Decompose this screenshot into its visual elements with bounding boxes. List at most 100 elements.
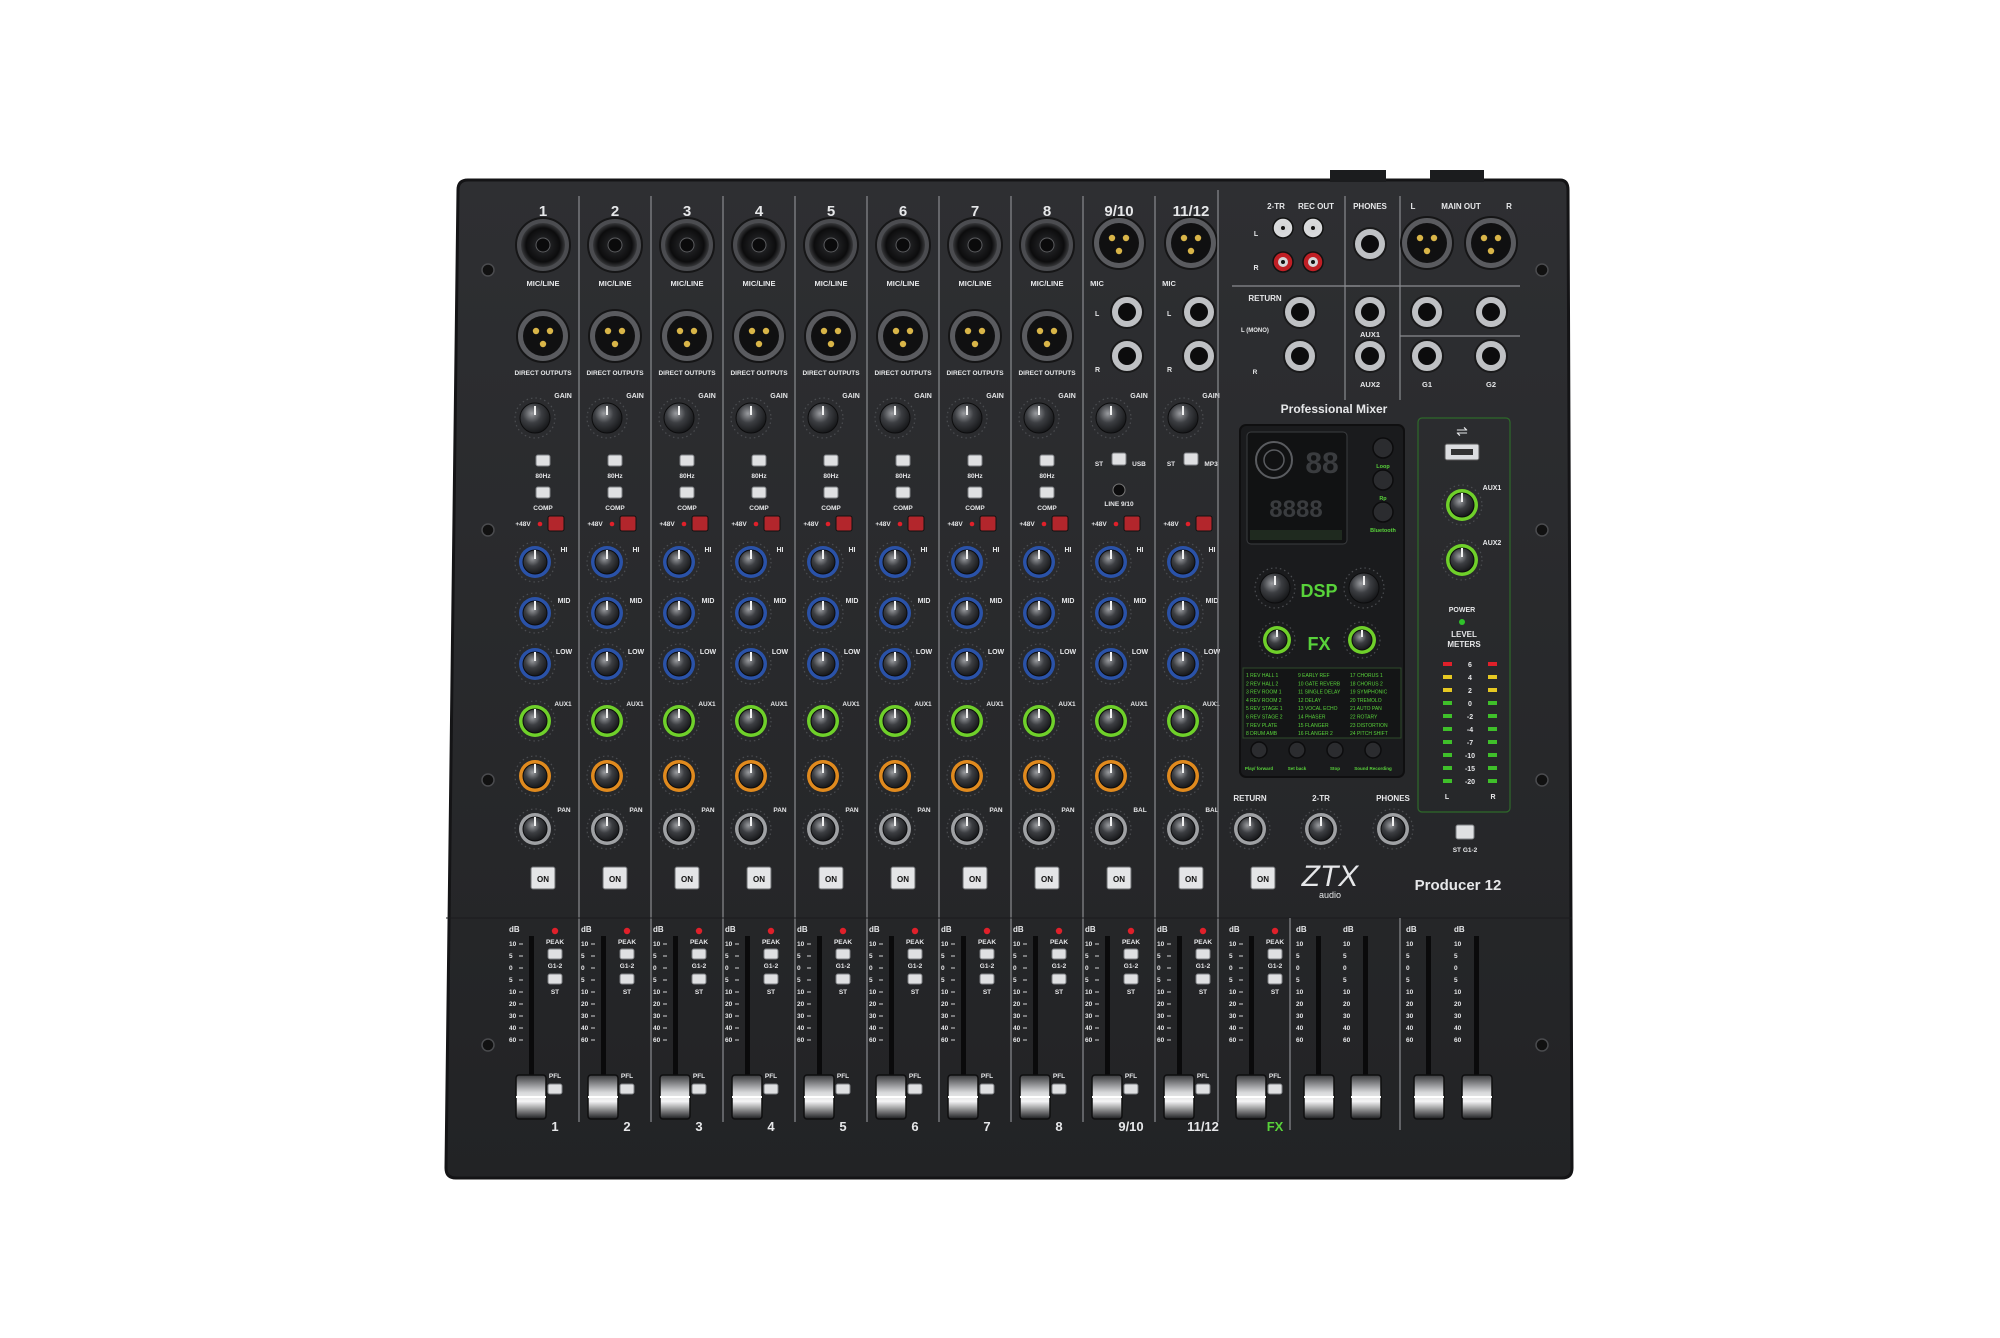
- fader-scale-label: 60: [1406, 1037, 1414, 1044]
- st-label: ST: [767, 989, 775, 996]
- trs-hole: [1291, 347, 1309, 365]
- g1-jack: [1410, 339, 1444, 373]
- source-label: USB: [1132, 461, 1146, 468]
- fader-scale-label: 30: [725, 1013, 733, 1020]
- g12-button: [1123, 948, 1139, 960]
- xlr-pin: [1194, 234, 1202, 242]
- trs-hole: [1418, 347, 1436, 365]
- level-meters-label-a: LEVEL: [1451, 630, 1477, 639]
- fader-scale-label: 5: [1343, 953, 1347, 960]
- fader-scale-label: 0: [797, 965, 801, 972]
- peak-label: PEAK: [1050, 939, 1068, 946]
- trs-hole: [1361, 347, 1379, 365]
- fx-on-label: ON: [1257, 875, 1269, 884]
- meter-led-r: [1488, 701, 1497, 705]
- eq-label-low: LOW: [700, 649, 717, 656]
- db-label: dB: [1343, 925, 1354, 934]
- phones-jack: [1353, 227, 1387, 261]
- fader-scale-label: 30: [509, 1013, 517, 1020]
- preset-item: 13 VOCAL ECHO: [1298, 706, 1338, 712]
- fader-scale-label: 10: [1085, 941, 1093, 948]
- hpf-label: 80Hz: [751, 473, 767, 480]
- pan-label: PAN: [1061, 807, 1075, 814]
- dsp-label: DSP: [1300, 581, 1337, 601]
- fader-scale-label: 30: [1406, 1013, 1414, 1020]
- fader-scale-label: 5: [1013, 977, 1017, 984]
- g12-button: [1195, 948, 1211, 960]
- phantom-button: [979, 515, 997, 532]
- fader-scale-label: 10: [1296, 941, 1304, 948]
- xlr-socket: [811, 316, 851, 356]
- fader-scale-label: 5: [653, 953, 657, 960]
- fader-scale-label: 5: [1406, 977, 1410, 984]
- phantom-led: [609, 521, 615, 527]
- preset-item: 3 REV ROOM 1: [1246, 690, 1282, 696]
- eq-label-mid: MID: [774, 598, 787, 605]
- fader-scale-label: 60: [1296, 1037, 1304, 1044]
- fader-scale-label: 5: [1343, 977, 1347, 984]
- combo-input-jack: [947, 217, 1003, 273]
- hpf-button: [1039, 454, 1055, 467]
- fader-scale-label: 5: [725, 953, 729, 960]
- eq-label-mid: MID: [630, 598, 643, 605]
- phantom-button: [1123, 515, 1141, 532]
- rca-pin: [1281, 226, 1285, 230]
- db-label: dB: [509, 925, 520, 934]
- fader-scale-label: 5: [941, 953, 945, 960]
- rec-out-label: REC OUT: [1298, 202, 1334, 211]
- fader-slot: [673, 936, 678, 1076]
- gain-label: GAIN: [770, 393, 788, 400]
- pfl-label: PFL: [1197, 1073, 1209, 1080]
- gain-label: GAIN: [1058, 393, 1076, 400]
- screw: [481, 263, 495, 277]
- st-button: [691, 973, 707, 985]
- fader-scale-label: 20: [1343, 1001, 1351, 1008]
- fader-channel-label: 6: [911, 1119, 918, 1134]
- fader-scale-label: 10: [869, 941, 877, 948]
- pfl-button: [1195, 1083, 1211, 1095]
- eq-label-mid: MID: [1134, 598, 1147, 605]
- fader-slot: [601, 936, 606, 1076]
- screw: [481, 1038, 495, 1052]
- xlr-socket: [739, 316, 779, 356]
- rca-pin: [1311, 226, 1315, 230]
- phantom-led: [897, 521, 903, 527]
- direct-outputs-label: DIRECT OUTPUTS: [658, 370, 716, 377]
- st-label: ST: [1095, 461, 1103, 468]
- fader-scale-label: 30: [1157, 1013, 1165, 1020]
- fader-scale-label: 5: [941, 977, 945, 984]
- peak-led: [1199, 927, 1207, 935]
- st-button: [1123, 973, 1139, 985]
- g12-button: [979, 948, 995, 960]
- fader-scale-label: 5: [581, 953, 585, 960]
- fader-scale-label: 5: [1157, 953, 1161, 960]
- peak-led: [1055, 927, 1063, 935]
- st-label: ST: [695, 989, 703, 996]
- screw: [1535, 523, 1549, 537]
- fader-scale-label: 10: [1406, 941, 1414, 948]
- aux2-send-label: AUX2: [1360, 380, 1380, 389]
- peak-label: PEAK: [978, 939, 996, 946]
- fader-scale-label: 10: [941, 941, 949, 948]
- preset-item: 7 REV PLATE: [1246, 723, 1278, 729]
- fader-scale-label: 60: [653, 1037, 661, 1044]
- aux1-label: AUX1: [554, 701, 572, 708]
- fader-scale-label: 0: [1406, 965, 1410, 972]
- fader-slot: [1363, 936, 1368, 1076]
- xlr-pin: [762, 327, 770, 335]
- fader-scale-label: 20: [1454, 1001, 1462, 1008]
- xlr-pin: [1416, 234, 1424, 242]
- pfl-button: [691, 1083, 707, 1095]
- fader-scale-label: 5: [1296, 953, 1300, 960]
- direct-output-jack: [588, 309, 642, 363]
- eq-label-low: LOW: [772, 649, 789, 656]
- trs-hole: [1190, 347, 1208, 365]
- fader-scale-label: 60: [1157, 1037, 1165, 1044]
- rec-out-r-rca: [1302, 251, 1324, 273]
- fader-scale-label: 40: [1406, 1025, 1414, 1032]
- xlr-socket: [667, 316, 707, 356]
- aux1-master-label: AUX1: [1483, 485, 1502, 492]
- meter-led-r: [1488, 779, 1497, 783]
- fader-scale-label: 0: [653, 965, 657, 972]
- aux1-label: AUX1: [626, 701, 644, 708]
